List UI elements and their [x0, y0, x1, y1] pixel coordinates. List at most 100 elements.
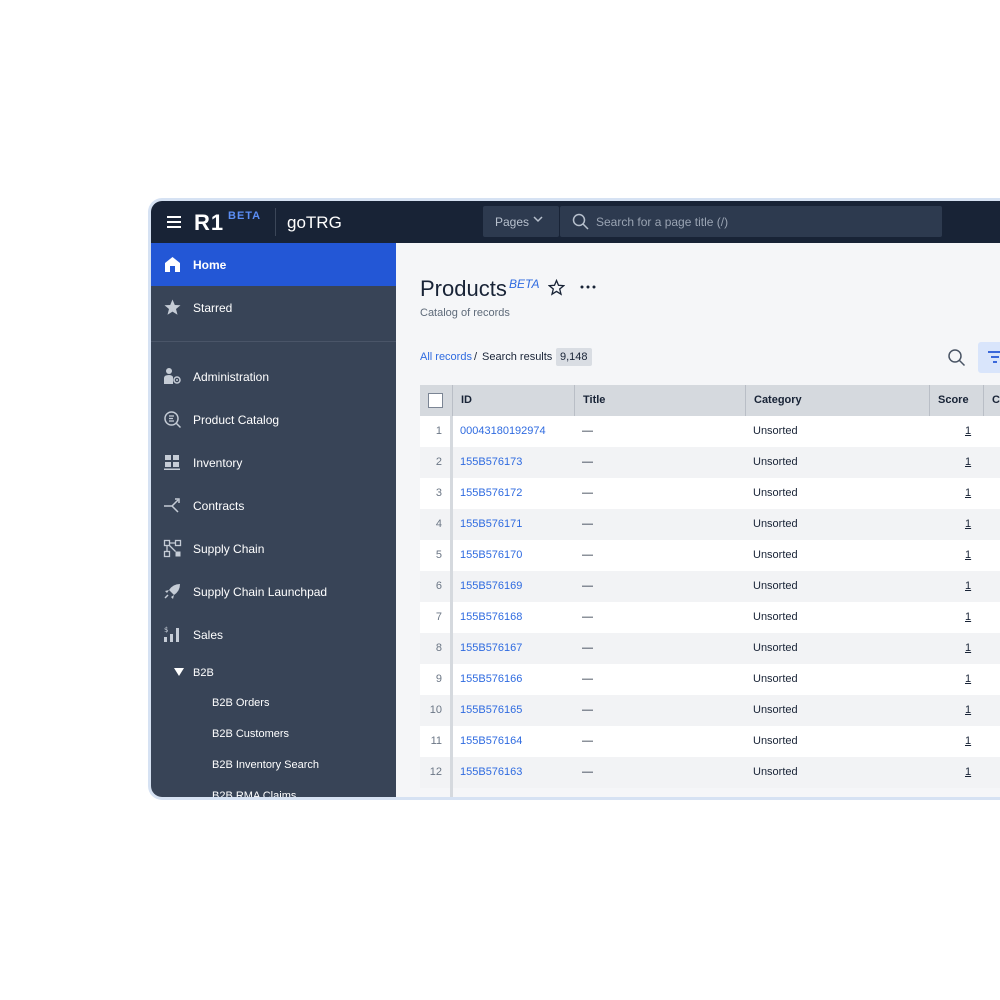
record-category: Unsorted: [753, 611, 798, 623]
search-icon: [572, 213, 589, 230]
sidebar-item-product-catalog[interactable]: Product Catalog: [151, 398, 396, 441]
table-row[interactable]: 3 155B576172 — Unsorted 1: [420, 478, 1000, 509]
record-score-link[interactable]: 1: [965, 726, 971, 757]
table-row[interactable]: 5 155B576170 — Unsorted 1: [420, 540, 1000, 571]
record-title: —: [582, 611, 593, 623]
record-category: Unsorted: [753, 704, 798, 716]
sidebar-item-b2b-orders[interactable]: B2B Orders: [151, 688, 396, 718]
sidebar-item-b2b-customers[interactable]: B2B Customers: [151, 719, 396, 749]
chevron-down-icon: [533, 216, 543, 223]
record-id-link[interactable]: 155B576171: [460, 509, 522, 540]
record-id-link[interactable]: 155B576166: [460, 664, 522, 695]
record-id-link[interactable]: 155B576168: [460, 602, 522, 633]
table-search-icon[interactable]: [947, 348, 966, 367]
sidebar-item-b2b-inventory-search[interactable]: B2B Inventory Search: [151, 750, 396, 780]
more-options-icon[interactable]: [579, 279, 597, 295]
record-score-link[interactable]: 1: [965, 602, 971, 633]
table-row[interactable]: 6 155B576169 — Unsorted 1: [420, 571, 1000, 602]
row-number: 9: [435, 673, 442, 685]
breadcrumb-all-records-link[interactable]: All records: [420, 351, 472, 363]
row-number: 8: [435, 642, 442, 654]
record-id-link[interactable]: 155B576169: [460, 571, 522, 602]
record-score-link[interactable]: 1: [965, 695, 971, 726]
record-id-link[interactable]: 155B576172: [460, 478, 522, 509]
sidebar-group-b2b[interactable]: B2B: [151, 658, 396, 688]
page-search-input[interactable]: [596, 206, 926, 237]
row-number: 7: [435, 611, 442, 623]
page-subtitle: Catalog of records: [420, 307, 510, 319]
record-category: Unsorted: [753, 735, 798, 747]
sidebar-divider: [151, 341, 396, 342]
filter-button[interactable]: [978, 342, 1000, 373]
column-header-title[interactable]: Title: [574, 385, 745, 416]
record-id-link[interactable]: 155B576164: [460, 726, 522, 757]
logo-beta-badge: BETA: [228, 210, 262, 222]
sidebar-subitem-label: B2B Orders: [212, 697, 270, 709]
table-header: ID Title Category Score Co: [420, 385, 1000, 416]
sidebar-item-label: Inventory: [193, 456, 243, 470]
table-row[interactable]: 7 155B576168 — Unsorted 1: [420, 602, 1000, 633]
favorite-star-icon[interactable]: [548, 279, 565, 296]
sidebar-item-supply-chain-launchpad[interactable]: Supply Chain Launchpad: [151, 570, 396, 613]
sidebar-subitem-label: B2B Customers: [212, 728, 290, 740]
column-header-id[interactable]: ID: [452, 385, 574, 416]
table-row[interactable]: 12 155B576163 — Unsorted 1: [420, 757, 1000, 788]
record-id-link[interactable]: 00043180192974: [460, 416, 546, 447]
record-score-link[interactable]: 1: [965, 633, 971, 664]
star-icon: [164, 299, 181, 315]
record-score-link[interactable]: 1: [965, 416, 971, 447]
sidebar-item-contracts[interactable]: Contracts: [151, 484, 396, 527]
table-row[interactable]: 4 155B576171 — Unsorted 1: [420, 509, 1000, 540]
table-row[interactable]: 8 155B576167 — Unsorted 1: [420, 633, 1000, 664]
sidebar-item-label: Home: [193, 258, 227, 272]
table-row[interactable]: 2 155B576173 — Unsorted 1: [420, 447, 1000, 478]
record-score-link[interactable]: 1: [965, 757, 971, 788]
record-category: Unsorted: [753, 487, 798, 499]
record-score-link[interactable]: 1: [965, 478, 971, 509]
record-score-link[interactable]: 1: [965, 509, 971, 540]
sidebar-item-administration[interactable]: Administration: [151, 355, 396, 398]
sidebar-item-home[interactable]: Home: [151, 243, 396, 286]
record-id-link[interactable]: 155B576170: [460, 540, 522, 571]
sidebar-item-sales[interactable]: $ Sales: [151, 613, 396, 656]
breadcrumb-current: Search results: [482, 351, 553, 363]
record-id-link[interactable]: 155B576165: [460, 695, 522, 726]
record-score-link[interactable]: 1: [965, 571, 971, 602]
pages-dropdown-label: Pages: [495, 215, 530, 229]
r1-logo[interactable]: R1: [194, 210, 224, 236]
result-count-badge: 9,148: [556, 348, 592, 366]
sidebar-item-supply-chain[interactable]: Supply Chain: [151, 527, 396, 570]
row-number: 1: [435, 425, 442, 437]
column-header-category[interactable]: Category: [745, 385, 929, 416]
hamburger-menu-icon[interactable]: [167, 216, 181, 228]
record-score-link[interactable]: 1: [965, 664, 971, 695]
table-row[interactable]: 1 00043180192974 — Unsorted 1: [420, 416, 1000, 447]
sidebar: Home Starred Administration Product Cata…: [151, 243, 396, 797]
sidebar-item-b2b-rma-claims[interactable]: B2B RMA Claims: [151, 781, 396, 797]
home-icon: [165, 257, 180, 272]
record-title: —: [582, 456, 593, 468]
svg-text:$: $: [164, 626, 168, 634]
record-id-link[interactable]: 155B576173: [460, 447, 522, 478]
table-row[interactable]: 9 155B576166 — Unsorted 1: [420, 664, 1000, 695]
record-category: Unsorted: [753, 456, 798, 468]
column-header-score[interactable]: Score: [929, 385, 983, 416]
select-all-checkbox[interactable]: [428, 393, 443, 408]
rocket-icon: [164, 584, 180, 599]
table-row[interactable]: 10 155B576165 — Unsorted 1: [420, 695, 1000, 726]
record-category: Unsorted: [753, 518, 798, 530]
record-id-link[interactable]: 155B576163: [460, 757, 522, 788]
inventory-boxes-icon: [164, 455, 180, 470]
sidebar-item-inventory[interactable]: Inventory: [151, 441, 396, 484]
record-score-link[interactable]: 1: [965, 447, 971, 478]
sidebar-item-starred[interactable]: Starred: [151, 286, 396, 329]
record-id-link[interactable]: 155B576167: [460, 633, 522, 664]
column-header-co[interactable]: Co: [983, 385, 1000, 416]
record-score-link[interactable]: 1: [965, 540, 971, 571]
sidebar-item-label: Product Catalog: [193, 413, 280, 427]
page-search-bar[interactable]: [560, 206, 942, 237]
pages-dropdown-button[interactable]: Pages: [483, 206, 559, 237]
record-category: Unsorted: [753, 642, 798, 654]
table-row[interactable]: 11 155B576164 — Unsorted 1: [420, 726, 1000, 757]
main-content: Products BETA Catalog of records All rec…: [396, 243, 1000, 797]
